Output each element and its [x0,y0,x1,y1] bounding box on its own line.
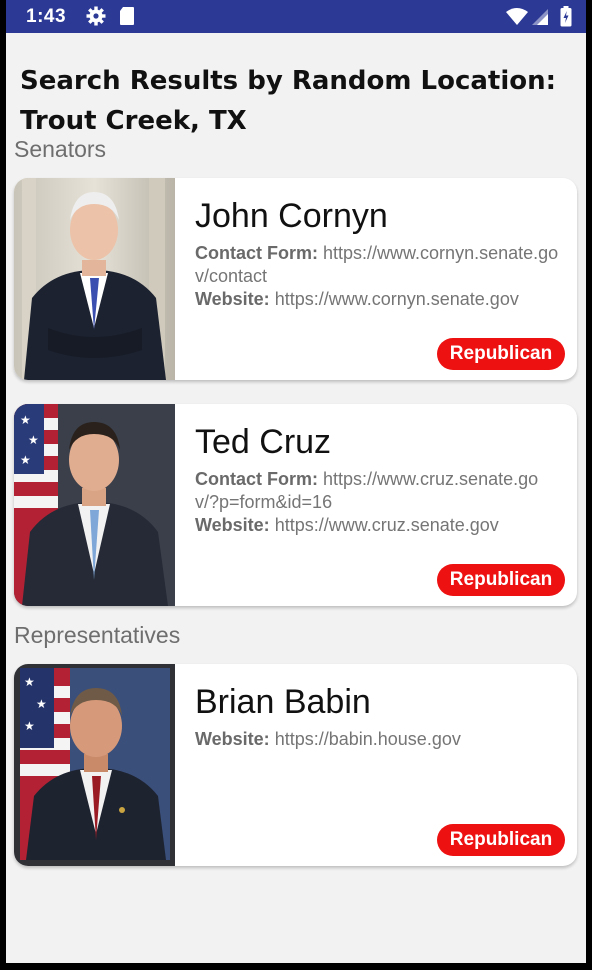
official-card[interactable]: ★ ★ ★ Brian Babin Website: https://babin… [14,664,577,866]
official-card[interactable]: ★ ★ ★ Ted Cruz Contact Form: https://www… [14,404,577,606]
website-row: Website: https://babin.house.gov [195,728,559,751]
official-info: John Cornyn Contact Form: https://www.co… [195,196,559,311]
svg-text:★: ★ [24,675,35,689]
sd-card-icon [119,6,135,31]
status-time: 1:43 [26,6,67,27]
section-label-senators: Senators [14,136,107,162]
website-link[interactable]: https://www.cornyn.senate.gov [275,289,519,309]
website-label: Website: [195,515,270,535]
status-bar: 1:43 [6,0,586,33]
svg-text:★: ★ [24,719,35,733]
contact-form-label: Contact Form: [195,243,318,263]
official-photo: ★ ★ ★ [14,664,175,866]
official-info: Brian Babin Website: https://babin.house… [195,682,559,751]
official-name: Brian Babin [195,683,371,721]
page-title: Search Results by Random Location: Trout… [20,66,557,136]
section-label-representatives: Representatives [14,622,181,648]
website-row: Website: https://www.cruz.senate.gov [195,514,559,537]
wifi-icon [506,8,528,31]
website-label: Website: [195,289,270,309]
contact-form-row: Contact Form: https://www.cruz.senate.go… [195,468,559,514]
official-name: Ted Cruz [195,423,332,461]
official-info: Ted Cruz Contact Form: https://www.cruz.… [195,422,559,537]
app-screen: Search Results by Random Location: Trout… [6,33,586,963]
svg-text:★: ★ [28,433,39,447]
website-label: Website: [195,729,270,749]
official-photo [14,178,175,380]
website-link[interactable]: https://babin.house.gov [275,729,461,749]
contact-form-row: Contact Form: https://www.cornyn.senate.… [195,242,559,288]
official-photo: ★ ★ ★ [14,404,175,606]
website-row: Website: https://www.cornyn.senate.gov [195,288,559,311]
party-badge: Republican [437,564,565,596]
official-card[interactable]: John Cornyn Contact Form: https://www.co… [14,178,577,380]
party-badge: Republican [437,338,565,370]
gear-icon [86,6,106,31]
official-name: John Cornyn [195,197,388,235]
navigation-bar [0,963,592,970]
party-badge: Republican [437,824,565,856]
signal-icon [531,8,549,31]
website-link[interactable]: https://www.cruz.senate.gov [275,515,499,535]
contact-form-label: Contact Form: [195,469,318,489]
device-frame: 1:43 Search Results by Random Location: … [0,0,592,970]
battery-icon [560,6,572,32]
svg-text:★: ★ [20,413,31,427]
svg-text:★: ★ [36,697,47,711]
svg-text:★: ★ [20,453,31,467]
